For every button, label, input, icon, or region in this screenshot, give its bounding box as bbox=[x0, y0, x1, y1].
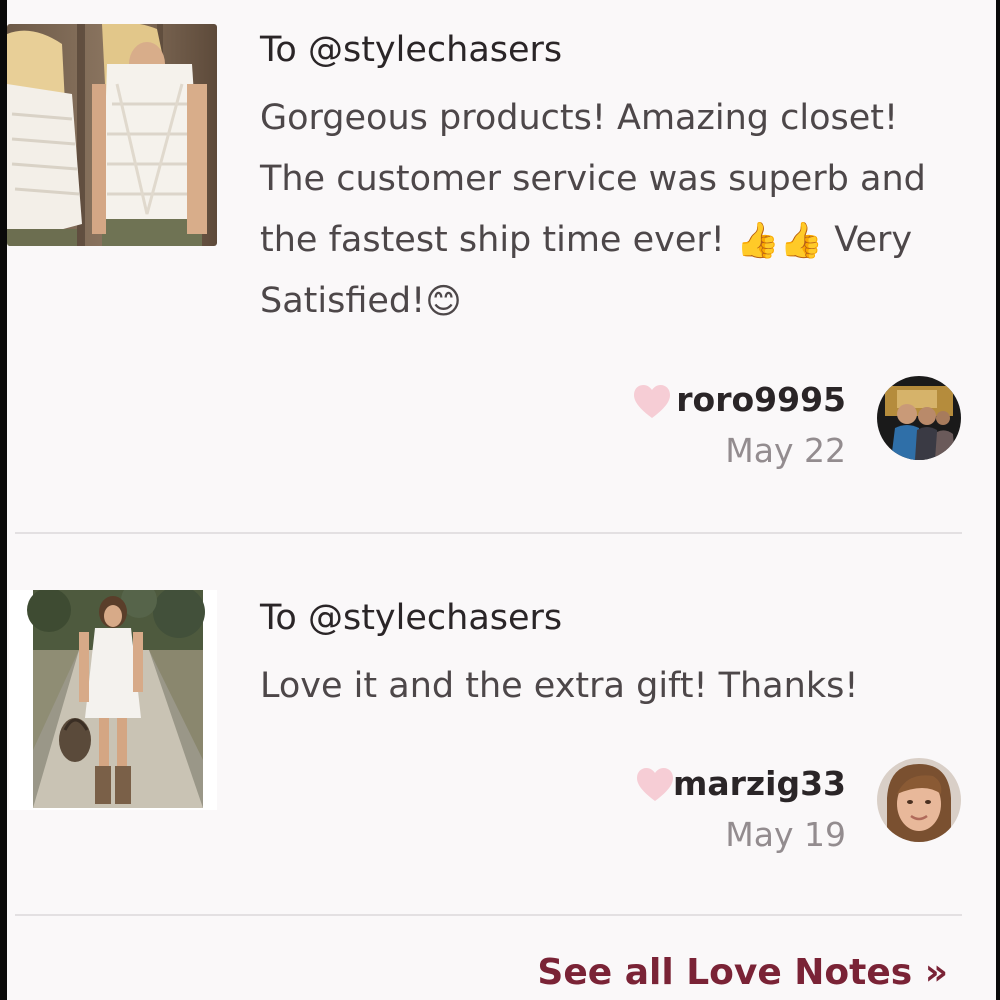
product-thumbnail[interactable] bbox=[9, 590, 217, 810]
author-username[interactable]: roro9995 bbox=[676, 380, 846, 419]
see-all-love-notes-link[interactable]: See all Love Notes » bbox=[537, 952, 948, 993]
note-message: Gorgeous products! Amazing closet! The c… bbox=[260, 88, 970, 332]
love-note: To @stylechasers Love it and the extra g… bbox=[7, 534, 996, 916]
message-text: Gorgeous products! Amazing closet! The c… bbox=[260, 98, 926, 260]
product-image bbox=[7, 24, 217, 246]
love-note: To @stylechasers Gorgeous products! Amaz… bbox=[7, 0, 996, 534]
note-recipient[interactable]: To @stylechasers bbox=[260, 598, 562, 638]
note-message: Love it and the extra gift! Thanks! bbox=[260, 666, 859, 706]
heart-icon[interactable] bbox=[632, 382, 672, 422]
thumbs-up-icon: 👍👍 bbox=[735, 220, 824, 261]
note-date: May 19 bbox=[725, 815, 846, 854]
heart-icon[interactable] bbox=[635, 765, 675, 805]
avatar-image bbox=[877, 376, 961, 460]
avatar-image bbox=[877, 758, 961, 842]
smiley-icon: 😊 bbox=[425, 281, 462, 322]
product-thumbnail[interactable] bbox=[7, 24, 217, 246]
divider bbox=[15, 914, 962, 916]
note-date: May 22 bbox=[725, 431, 846, 470]
note-recipient[interactable]: To @stylechasers bbox=[260, 30, 562, 70]
avatar[interactable] bbox=[877, 758, 961, 842]
love-notes-panel: To @stylechasers Gorgeous products! Amaz… bbox=[0, 0, 1000, 1000]
author-username[interactable]: marzig33 bbox=[673, 764, 846, 803]
avatar[interactable] bbox=[877, 376, 961, 460]
product-image bbox=[9, 590, 217, 810]
